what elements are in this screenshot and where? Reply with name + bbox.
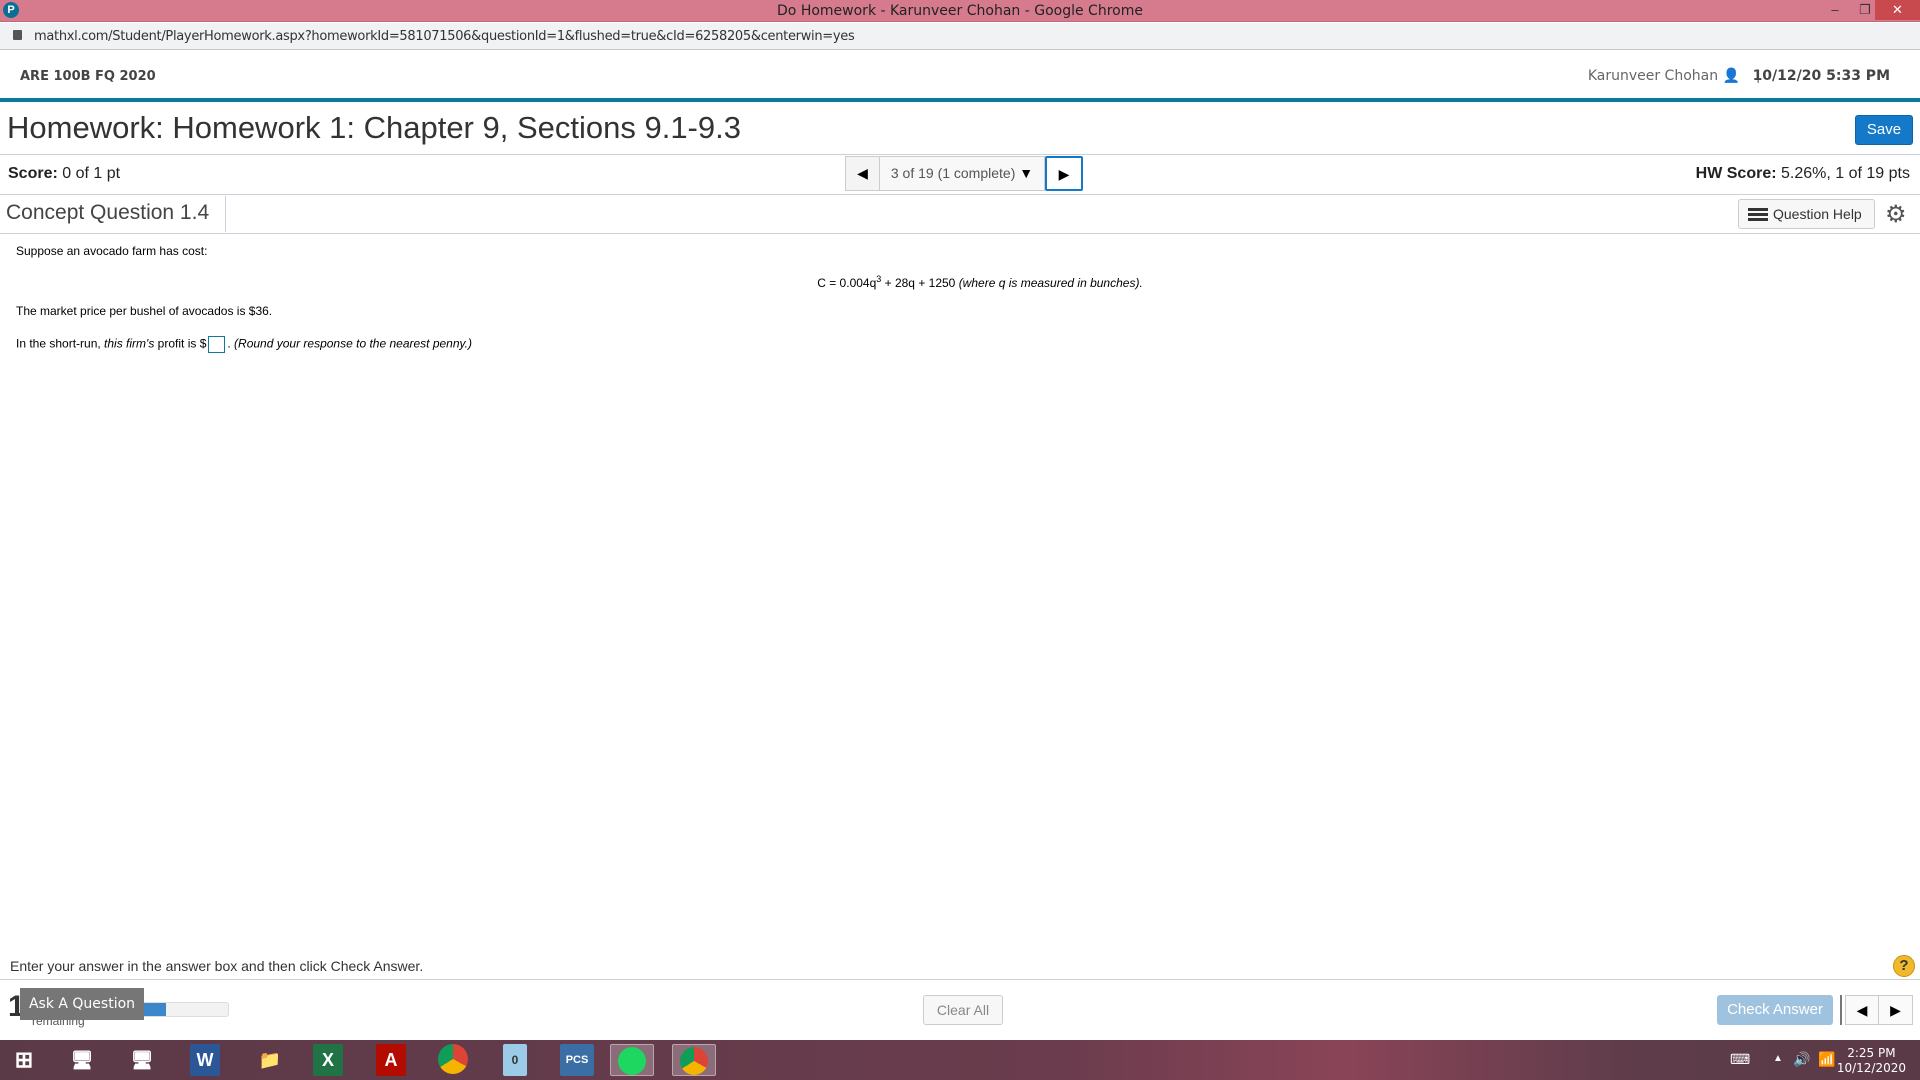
check-answer-button[interactable]: Check Answer [1717, 995, 1833, 1025]
divider [0, 233, 1920, 234]
excel-icon[interactable]: X [313, 1044, 343, 1076]
site-header: ARE 100B FQ 2020 Karunveer Chohan 👤 | 10… [0, 51, 1920, 102]
word-icon[interactable]: W [190, 1044, 220, 1076]
tray-expand-icon[interactable]: ▲ [1773, 1053, 1783, 1064]
datetime: 10/12/20 5:33 PM [1752, 68, 1890, 84]
hw-score-value: 5.26%, 1 of 19 pts [1781, 165, 1910, 182]
question-help-label: Question Help [1773, 206, 1862, 222]
keyboard-icon[interactable]: ⌨ [1730, 1051, 1750, 1068]
previous-question-button-bottom[interactable]: ◀ [1845, 995, 1879, 1025]
save-button[interactable]: Save [1855, 115, 1913, 145]
gear-icon[interactable]: ⚙ [1885, 200, 1907, 229]
minimize-button[interactable]: – [1820, 0, 1850, 20]
pcs-icon[interactable]: PCS [560, 1044, 594, 1076]
course-name[interactable]: ARE 100B FQ 2020 [20, 69, 156, 84]
acrobat-icon[interactable]: A [376, 1044, 406, 1076]
user-name-text: Karunveer Chohan [1587, 68, 1719, 84]
windows-start-icon[interactable]: ⊞ [2, 1044, 46, 1076]
question-dropdown-label: 3 of 19 (1 complete) [890, 165, 1016, 181]
clear-all-button[interactable]: Clear All [923, 995, 1003, 1025]
divider [0, 194, 1920, 195]
formula-prefix: C = 0.004q [817, 276, 877, 290]
q3-b: this firm's [104, 336, 155, 351]
title-bar: P Do Homework - Karunveer Chohan - Googl… [0, 0, 1920, 22]
chrome-icon[interactable] [438, 1044, 468, 1074]
list-icon [1748, 208, 1768, 221]
formula-rest: + 28q + 1250 [881, 276, 959, 290]
clock-time: 2:25 PM [1847, 1046, 1896, 1060]
formula-note: (where q is measured in bunches). [958, 276, 1143, 290]
page-title: Homework: Homework 1: Chapter 9, Section… [7, 110, 741, 145]
next-question-button[interactable]: ▶ [1045, 156, 1083, 191]
question-text-3: In the short-run, this firm's profit is … [16, 336, 472, 353]
user-name[interactable]: Karunveer Chohan 👤 [1588, 68, 1740, 84]
divider [0, 154, 1920, 155]
score-label: Score: [8, 165, 58, 182]
previous-question-button[interactable]: ◀ [845, 156, 880, 191]
answer-input[interactable] [208, 336, 226, 353]
ask-question-button[interactable]: Ask A Question [20, 988, 144, 1020]
hw-score: HW Score: 5.26%, 1 of 19 pts [1696, 165, 1910, 183]
divider [0, 979, 1920, 980]
q3-a: In the short-run, [16, 336, 105, 351]
network-computer-icon[interactable]: 🖥 [60, 1044, 104, 1076]
lock-icon [13, 30, 22, 40]
hw-score-label: HW Score: [1695, 165, 1777, 182]
q3-c: profit is $ [154, 336, 207, 351]
next-question-button-bottom[interactable]: ▶ [1879, 995, 1913, 1025]
divider [1840, 995, 1842, 1025]
help-icon[interactable]: ? [1893, 955, 1915, 977]
question-navigator: ◀ 3 of 19 (1 complete) ▼ ▶ [845, 156, 1083, 191]
chrome-active-icon[interactable] [672, 1044, 716, 1076]
divider [225, 196, 226, 232]
network-icon[interactable]: 📶 [1818, 1051, 1835, 1068]
instruction-text: Enter your answer in the answer box and … [10, 958, 424, 974]
taskbar: ⊞ 🖥 🖥 W 📁 X A 0 PCS ⌨ ▲ 🔊 📶 2:25 PM 10/12… [0, 1040, 1920, 1080]
question-text-2: The market price per bushel of avocados … [16, 304, 273, 318]
question-text-1: Suppose an avocado farm has cost: [16, 244, 208, 258]
score-value: 0 of 1 pt [62, 165, 121, 182]
clock-date: 10/12/2020 [1836, 1061, 1906, 1075]
q3-e: (Round your response to the nearest penn… [234, 336, 472, 351]
volume-icon[interactable]: 🔊 [1793, 1051, 1810, 1068]
question-dropdown[interactable]: 3 of 19 (1 complete) ▼ [880, 156, 1045, 191]
bottom-navigator: ◀ ▶ [1845, 995, 1913, 1025]
calculator-icon[interactable]: 0 [503, 1044, 527, 1076]
window-title: Do Homework - Karunveer Chohan - Google … [777, 3, 1143, 19]
question-score: Score: 0 of 1 pt [8, 165, 120, 183]
file-explorer-icon[interactable]: 📁 [248, 1044, 292, 1076]
spotify-icon[interactable] [610, 1044, 654, 1076]
user-icon: 👤 [1722, 68, 1740, 84]
remote-desktop-icon[interactable]: 🖥 [120, 1044, 164, 1076]
caret-down-icon: ▼ [1019, 165, 1034, 181]
url-text[interactable]: mathxl.com/Student/PlayerHomework.aspx?h… [34, 29, 855, 44]
question-help-button[interactable]: Question Help [1738, 199, 1875, 229]
cost-formula: C = 0.004q3 + 28q + 1250 (where q is mea… [0, 274, 1920, 290]
close-button[interactable]: ✕ [1875, 0, 1920, 20]
question-title: Concept Question 1.4 [6, 201, 210, 224]
system-clock[interactable]: 2:25 PM 10/12/2020 [1837, 1046, 1906, 1076]
address-bar[interactable]: mathxl.com/Student/PlayerHomework.aspx?h… [0, 23, 1920, 50]
